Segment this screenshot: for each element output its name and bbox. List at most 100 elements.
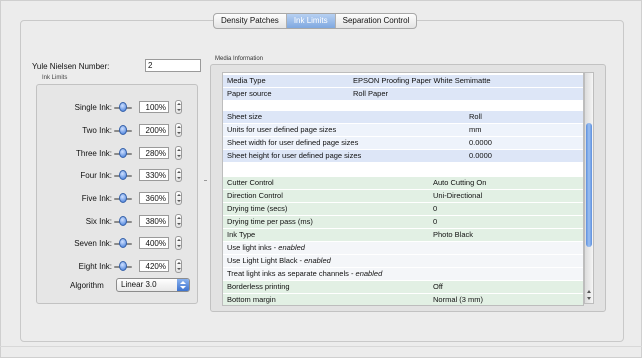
row-key: Sheet size xyxy=(227,112,263,121)
ink-limit-row-three: Three Ink: 280% xyxy=(36,146,196,162)
ink-limit-label: Single Ink: xyxy=(74,103,112,112)
ink-limit-value-field[interactable]: 200% xyxy=(139,124,169,136)
ink-limit-label: Eight Ink: xyxy=(78,262,112,271)
ink-limits-group-title: Ink Limits xyxy=(42,75,68,81)
row-value: 0.0000 xyxy=(469,138,492,147)
table-row[interactable]: Paper source Roll Paper xyxy=(223,88,583,100)
media-info-table: Media Type EPSON Proofing Paper White Se… xyxy=(222,72,584,306)
ink-limit-slider-knob[interactable] xyxy=(119,125,127,135)
scrollbar-thumb[interactable] xyxy=(586,123,592,247)
ink-limit-row-six: Six Ink: 380% xyxy=(36,214,196,230)
row-key: Borderless printing xyxy=(227,282,290,291)
ink-limit-slider-knob[interactable] xyxy=(119,216,127,226)
row-key: Paper source xyxy=(227,89,272,98)
ink-limit-row-seven: Seven Ink: 400% xyxy=(36,236,196,252)
row-key: Direction Control xyxy=(227,191,283,200)
media-information-title: Media Information xyxy=(215,56,264,62)
row-key: Bottom margin xyxy=(227,295,276,304)
ink-limit-stepper[interactable] xyxy=(175,214,182,228)
ink-limit-value-field[interactable]: 330% xyxy=(139,169,169,181)
ink-limit-slider-knob[interactable] xyxy=(119,261,127,271)
ink-limit-row-single: Single Ink: 100% xyxy=(36,100,196,116)
ink-limit-slider-knob[interactable] xyxy=(119,102,127,112)
ink-limit-row-four: Four Ink: 330% xyxy=(36,168,196,184)
splitter-handle[interactable] xyxy=(204,180,207,181)
ink-limit-label: Two Ink: xyxy=(82,126,112,135)
table-row[interactable]: Ink Type Photo Black xyxy=(223,229,583,241)
tab-density-patches[interactable]: Density Patches xyxy=(214,14,287,28)
ink-limit-stepper[interactable] xyxy=(175,168,182,182)
algorithm-label: Algorithm xyxy=(70,281,104,290)
scroll-down-arrow-icon[interactable] xyxy=(587,297,591,300)
row-key: Drying time per pass (ms) xyxy=(227,217,313,226)
ink-limit-stepper[interactable] xyxy=(175,259,182,273)
row-key: Ink Type xyxy=(227,230,256,239)
ink-limit-stepper[interactable] xyxy=(175,146,182,160)
ink-limit-label: Six Ink: xyxy=(85,217,112,226)
yule-nielsen-input[interactable]: 2 xyxy=(145,59,201,72)
row-value: Auto Cutting On xyxy=(433,178,487,187)
tab-separation-control[interactable]: Separation Control xyxy=(336,14,417,28)
ink-limit-slider-knob[interactable] xyxy=(119,148,127,158)
ink-limit-label: Five Ink: xyxy=(81,194,112,203)
row-key: Cutter Control xyxy=(227,178,274,187)
table-row[interactable]: Bottom margin Normal (3 mm) xyxy=(223,294,583,305)
table-row[interactable]: Sheet width for user defined page sizes … xyxy=(223,137,583,149)
table-row[interactable]: Units for user defined page sizes mm xyxy=(223,124,583,136)
row-value: Off xyxy=(433,282,443,291)
table-row[interactable]: Borderless printing Off xyxy=(223,281,583,293)
row-value: 0 xyxy=(433,217,438,226)
table-row[interactable]: Media Type EPSON Proofing Paper White Se… xyxy=(223,75,583,87)
ink-limit-label: Four Ink: xyxy=(80,171,112,180)
ink-limit-label: Seven Ink: xyxy=(74,239,112,248)
ink-limit-slider-knob[interactable] xyxy=(119,170,127,180)
row-key: Sheet height for user defined page sizes xyxy=(227,151,362,160)
row-key: Units for user defined page sizes xyxy=(227,125,337,134)
table-row[interactable]: Cutter Control Auto Cutting On xyxy=(223,177,583,189)
ink-limit-stepper[interactable] xyxy=(175,100,182,114)
ink-limit-value-field[interactable]: 360% xyxy=(139,192,169,204)
row-key: Drying time (secs) xyxy=(227,204,288,213)
table-row[interactable]: Drying time (secs) 0 xyxy=(223,203,583,215)
ink-limit-value-field[interactable]: 100% xyxy=(139,101,169,113)
table-row[interactable]: Drying time per pass (ms) 0 xyxy=(223,216,583,228)
tab-ink-limits[interactable]: Ink Limits xyxy=(286,14,336,28)
ink-limit-row-eight: Eight Ink: 420% xyxy=(36,259,196,275)
row-value: Uni-Directional xyxy=(433,191,483,200)
algorithm-select[interactable]: Linear 3.0 xyxy=(116,278,190,292)
ink-limit-value-field[interactable]: 400% xyxy=(139,237,169,249)
row-value: Normal (3 mm) xyxy=(433,295,483,304)
ink-limit-slider-knob[interactable] xyxy=(119,193,127,203)
algorithm-selected-value: Linear 3.0 xyxy=(121,280,157,289)
row-value: 0.0000 xyxy=(469,151,492,160)
ink-limit-stepper[interactable] xyxy=(175,191,182,205)
table-row[interactable]: Sheet size Roll xyxy=(223,111,583,123)
row-value: Roll xyxy=(469,112,482,121)
tab-bar: Density Patches Ink Limits Separation Co… xyxy=(213,13,418,29)
row-key: Use Light Light Black - enabled xyxy=(227,256,331,265)
ink-limit-value-field[interactable]: 280% xyxy=(139,147,169,159)
table-row[interactable]: Sheet height for user defined page sizes… xyxy=(223,150,583,162)
ink-limit-row-five: Five Ink: 360% xyxy=(36,191,196,207)
table-row[interactable]: Use light inks - enabled xyxy=(223,242,583,254)
row-key: Treat light inks as separate channels - … xyxy=(227,269,383,278)
row-value: 0 xyxy=(433,204,438,213)
table-row[interactable]: Use Light Light Black - enabled xyxy=(223,255,583,267)
row-key: Use light inks - enabled xyxy=(227,243,305,252)
ink-limit-slider-knob[interactable] xyxy=(119,238,127,248)
table-row[interactable]: Direction Control Uni-Directional xyxy=(223,190,583,202)
row-value: Photo Black xyxy=(433,230,474,239)
ink-limit-stepper[interactable] xyxy=(175,123,182,137)
table-row[interactable]: Treat light inks as separate channels - … xyxy=(223,268,583,280)
ink-limit-row-two: Two Ink: 200% xyxy=(36,123,196,139)
ink-limit-label: Three Ink: xyxy=(75,149,112,158)
ink-limit-value-field[interactable]: 380% xyxy=(139,215,169,227)
ink-limit-stepper[interactable] xyxy=(175,236,182,250)
row-value: mm xyxy=(469,125,482,134)
vertical-scrollbar[interactable] xyxy=(584,72,594,304)
ink-limit-value-field[interactable]: 420% xyxy=(139,260,169,272)
scroll-up-arrow-icon[interactable] xyxy=(587,290,591,293)
divider xyxy=(0,346,642,347)
row-value: Roll Paper xyxy=(353,89,389,98)
yule-nielsen-label: Yule Nielsen Number: xyxy=(32,62,110,71)
